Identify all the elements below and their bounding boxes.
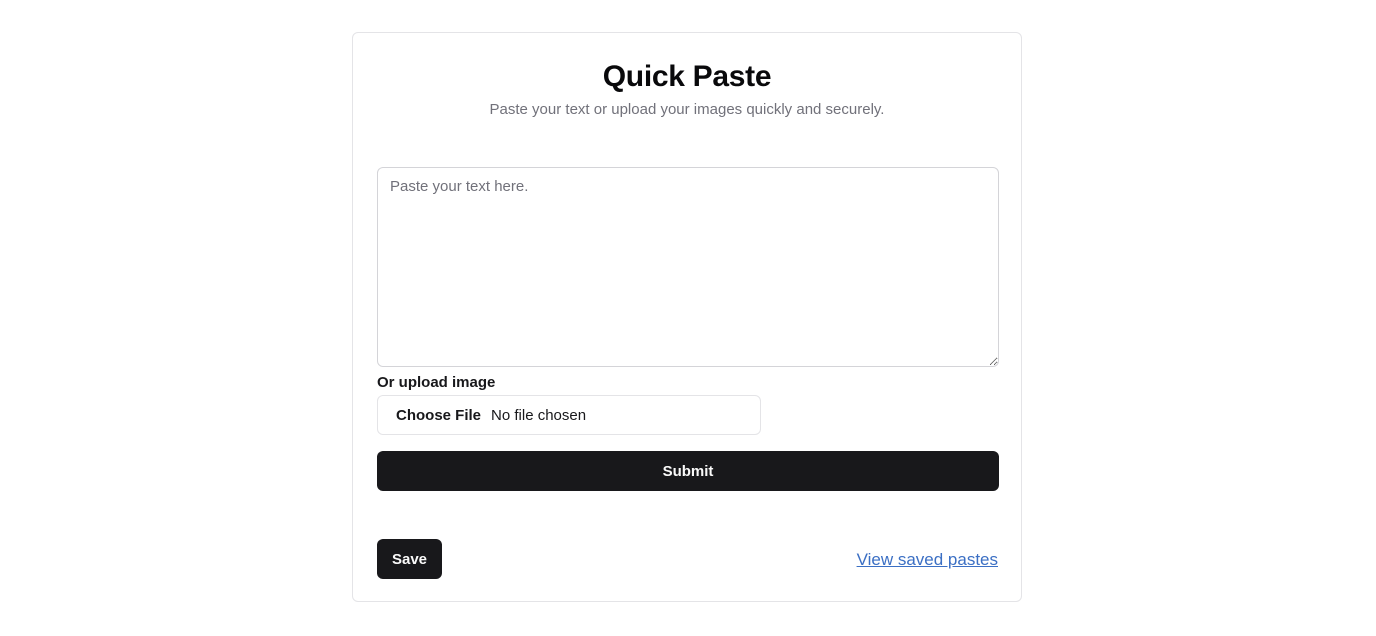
quick-paste-card: Quick Paste Paste your text or upload yo… bbox=[352, 32, 1022, 602]
page-title: Quick Paste bbox=[602, 60, 772, 93]
save-button[interactable]: Save bbox=[377, 539, 442, 579]
page-subtitle: Paste your text or upload your images qu… bbox=[489, 101, 885, 118]
paste-text-area[interactable] bbox=[377, 167, 999, 367]
file-status-text: No file chosen bbox=[491, 406, 587, 424]
view-saved-pastes-link[interactable]: View saved pastes bbox=[857, 549, 998, 571]
file-upload-input[interactable]: Choose File No file chosen bbox=[377, 395, 761, 435]
upload-image-label: Or upload image bbox=[377, 374, 496, 391]
choose-file-button[interactable]: Choose File bbox=[396, 407, 481, 424]
submit-button[interactable]: Submit bbox=[377, 451, 999, 491]
